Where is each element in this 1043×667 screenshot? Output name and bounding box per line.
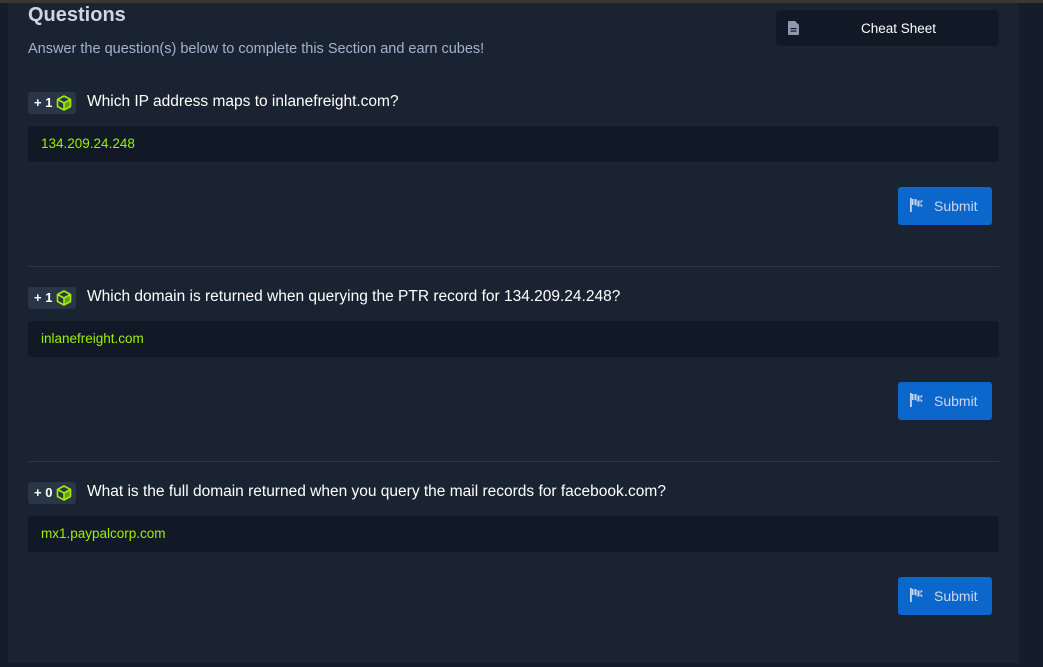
answer-value: 134.209.24.248 [41,136,135,151]
points-badge: + 1 [28,287,76,309]
question-text: What is the full domain returned when yo… [87,483,666,500]
section-subtitle: Answer the question(s) below to complete… [28,41,485,57]
section-title: Questions [28,4,126,26]
submit-label: Submit [934,198,978,214]
cube-icon [56,485,72,501]
submit-button[interactable]: Submit [898,382,992,420]
answer-value: inlanefreight.com [41,331,144,346]
questions-panel: Questions Answer the question(s) below t… [8,3,1019,663]
cube-icon [56,95,72,111]
answer-field[interactable]: mx1.paypalcorp.com [28,516,999,552]
cheat-sheet-label: Cheat Sheet [860,21,937,36]
cheat-sheet-button[interactable]: Cheat Sheet [776,10,999,46]
cube-icon [56,290,72,306]
points-badge: + 1 [28,92,76,114]
points-value: + 1 [34,290,53,305]
points-badge: + 0 [28,482,76,504]
divider [28,461,999,462]
answer-value: mx1.paypalcorp.com [41,526,166,541]
answer-field[interactable]: 134.209.24.248 [28,126,999,162]
submit-label: Submit [934,393,978,409]
submit-button[interactable]: Submit [898,187,992,225]
points-value: + 0 [34,485,53,500]
submit-label: Submit [934,588,978,604]
flag-icon [910,198,923,212]
points-value: + 1 [34,95,53,110]
divider [28,266,999,267]
flag-icon [910,588,923,602]
submit-button[interactable]: Submit [898,577,992,615]
question-text: Which IP address maps to inlanefreight.c… [87,93,399,110]
answer-field[interactable]: inlanefreight.com [28,321,999,357]
question-text: Which domain is returned when querying t… [87,288,621,305]
flag-icon [910,393,923,407]
